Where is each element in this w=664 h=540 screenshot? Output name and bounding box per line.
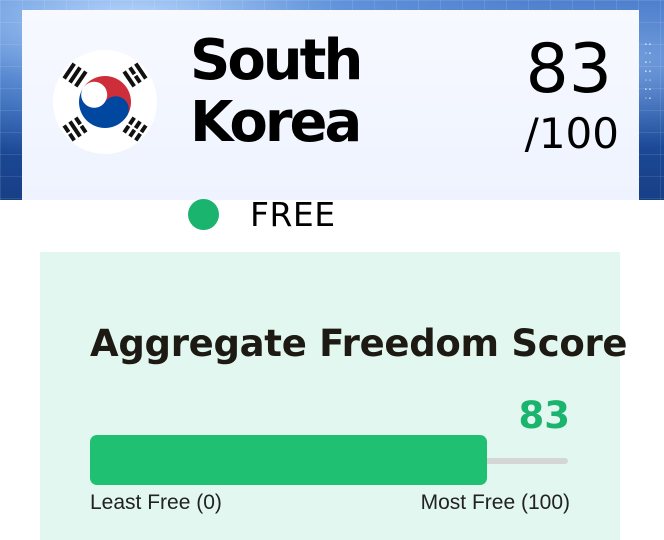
status-label: FREE [250, 194, 336, 234]
scale-min-label: Least Free (0) [90, 491, 222, 514]
country-name-line-2: Korea [190, 90, 362, 155]
scale-max-label: Most Free (100) [420, 491, 570, 514]
south-korea-flag-icon [53, 50, 157, 154]
aggregate-score-title: Aggregate Freedom Score [90, 322, 628, 365]
status-dot-icon [188, 198, 219, 230]
aggregate-score-value: 83 [518, 394, 571, 437]
country-name-line-1: South [190, 28, 363, 93]
freedom-status: FREE [188, 194, 336, 234]
overall-score-max: /100 [524, 109, 619, 158]
decorative-pattern: ▪▪ ▫▪ ▪▫ ▪▪ ▫▫ ▪▪ ▫▪ [644, 41, 653, 102]
country-name: South Korea [190, 28, 363, 155]
score-bar-fill [90, 435, 487, 485]
overall-score: 83 [525, 30, 612, 109]
